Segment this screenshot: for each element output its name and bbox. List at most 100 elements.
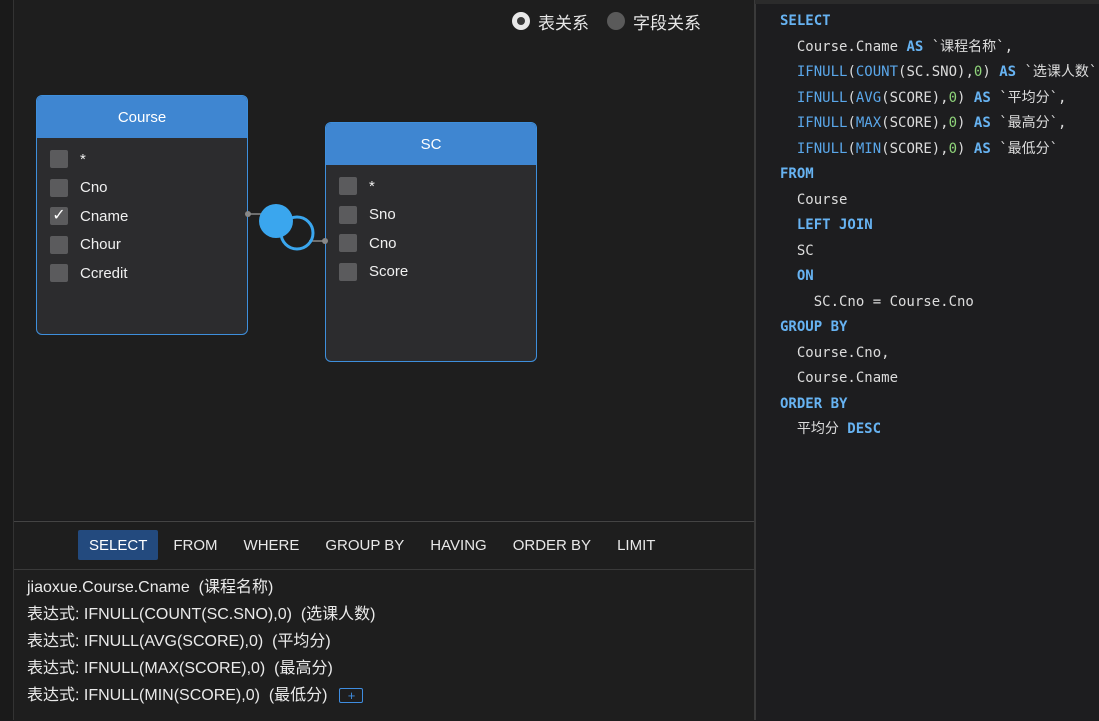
tab-order-by[interactable]: ORDER BY [502,530,602,560]
sql-text: `最低分` [990,140,1059,157]
sql-number: 0 [948,89,958,106]
select-item[interactable]: 表达式: IFNULL(COUNT(SC.SNO),0) (选课人数) [27,601,375,628]
sql-line: SC.Cno = Course.Cno [780,290,1099,316]
select-item-prefix: 表达式: [27,687,84,704]
sql-line: IFNULL(COUNT(SC.SNO),0) AS `选课人数`, [780,60,1099,86]
sql-line: FROM [780,162,1099,188]
tab-limit[interactable]: LIMIT [606,530,666,560]
sql-text: SC.Cno = Course.Cno [780,293,974,310]
select-item-alias[interactable]: (最低分) [269,682,328,709]
sql-line: GROUP BY [780,315,1099,341]
sql-function: IFNULL [796,64,848,80]
sql-text: (SC.SNO), [898,64,974,80]
sql-text: ( [847,115,856,131]
sql-line: 平均分 DESC [780,417,1099,443]
sql-text: ) [957,140,974,157]
sql-preview-panel[interactable]: SELECT Course.Cname AS `课程名称`, IFNULL(CO… [755,4,1099,720]
sql-text: Course.Cno, [780,344,890,361]
sql-line: SELECT [780,9,1099,35]
sql-keyword: GROUP BY [780,319,848,335]
sql-text: Course [780,191,848,208]
select-item-prefix: 表达式: [27,606,84,623]
select-item-list: jiaoxue.Course.Cname (课程名称) 表达式: IFNULL(… [27,574,375,709]
select-item-expr[interactable]: jiaoxue.Course.Cname [27,574,190,601]
sql-text: Course.Cname [780,38,907,55]
sql-text: SC [780,242,814,259]
relation-canvas[interactable]: 表关系 字段关系 Course * Cno ✓ Cname Chour Ccre… [14,0,754,520]
select-item[interactable]: 表达式: IFNULL(AVG(SCORE),0) (平均分) [27,628,375,655]
sql-line: ON [780,264,1099,290]
sql-text: `平均分`, [990,89,1067,106]
sql-text: `课程名称`, [923,38,1014,55]
sql-line: Course [780,188,1099,214]
sql-text: Course.Cname [780,370,899,386]
sql-line: LEFT JOIN [780,213,1099,239]
sql-text: ) [982,64,1000,80]
add-select-item-button[interactable]: + [339,688,364,703]
sql-line: IFNULL(MAX(SCORE),0) AS `最高分`, [780,111,1099,137]
tab-where[interactable]: WHERE [233,530,311,560]
select-item-expr[interactable]: IFNULL(MIN(SCORE),0) [84,682,260,709]
left-gutter [0,0,14,720]
clause-panel: SELECT FROM WHERE GROUP BY HAVING ORDER … [14,521,754,721]
sql-function: COUNT [855,64,899,80]
sql-text: ( [847,140,856,157]
select-item-expr[interactable]: IFNULL(COUNT(SC.SNO),0) [84,601,292,628]
select-item-expr[interactable]: IFNULL(MAX(SCORE),0) [84,655,265,682]
sql-keyword: AS [973,115,991,131]
sql-text: (SCORE), [881,140,949,157]
select-item-expr[interactable]: IFNULL(AVG(SCORE),0) [84,628,263,655]
sql-keyword: AS [906,38,924,55]
sql-keyword: SELECT [780,13,831,29]
sql-keyword: ORDER BY [780,395,848,412]
sql-function: MAX [855,115,882,131]
sql-line: Course.Cno, [780,341,1099,367]
select-item-prefix: 表达式: [27,633,84,650]
sql-text: (SCORE), [881,89,949,106]
tab-group-by[interactable]: GROUP BY [314,530,415,560]
sql-keyword: LEFT JOIN [796,217,873,233]
left-join-icon[interactable] [259,204,315,251]
sql-keyword: AS [973,89,991,106]
sql-line: Course.Cname AS `课程名称`, [780,35,1099,61]
tab-divider [14,569,754,570]
select-item-alias[interactable]: (选课人数) [301,601,376,628]
sql-keyword: ON [796,268,814,284]
sql-code: SELECT Course.Cname AS `课程名称`, IFNULL(CO… [780,9,1099,443]
select-item[interactable]: 表达式: IFNULL(MAX(SCORE),0) (最高分) [27,655,375,682]
sql-text: (SCORE), [881,115,949,131]
select-item-alias[interactable]: (平均分) [272,628,331,655]
clause-tabs: SELECT FROM WHERE GROUP BY HAVING ORDER … [78,530,666,560]
tab-having[interactable]: HAVING [419,530,497,560]
sql-text: ( [847,89,856,106]
sql-line: IFNULL(MIN(SCORE),0) AS `最低分` [780,137,1099,163]
sql-function: IFNULL [796,115,848,131]
sql-text: ) [957,115,974,131]
sql-keyword: AS [999,64,1017,80]
sql-line: Course.Cname [780,366,1099,392]
sql-text: 平均分 [780,421,848,437]
select-item[interactable]: jiaoxue.Course.Cname (课程名称) [27,574,375,601]
sql-keyword: FROM [780,166,814,182]
sql-number: 0 [948,115,958,131]
tab-select[interactable]: SELECT [78,530,159,560]
sql-text: ( [847,64,856,80]
select-item-alias[interactable]: (课程名称) [199,574,274,601]
sql-text: `选课人数`, [1016,64,1099,80]
sql-function: MIN [855,140,882,157]
select-item[interactable]: 表达式: IFNULL(MIN(SCORE),0) (最低分) + [27,682,375,709]
sql-line: ORDER BY [780,392,1099,418]
sql-function: AVG [855,89,882,106]
join-connector [245,204,328,251]
tab-from[interactable]: FROM [162,530,228,560]
select-item-prefix: 表达式: [27,660,84,677]
select-item-alias[interactable]: (最高分) [274,655,333,682]
sql-function: IFNULL [796,89,848,106]
sql-line: SC [780,239,1099,265]
